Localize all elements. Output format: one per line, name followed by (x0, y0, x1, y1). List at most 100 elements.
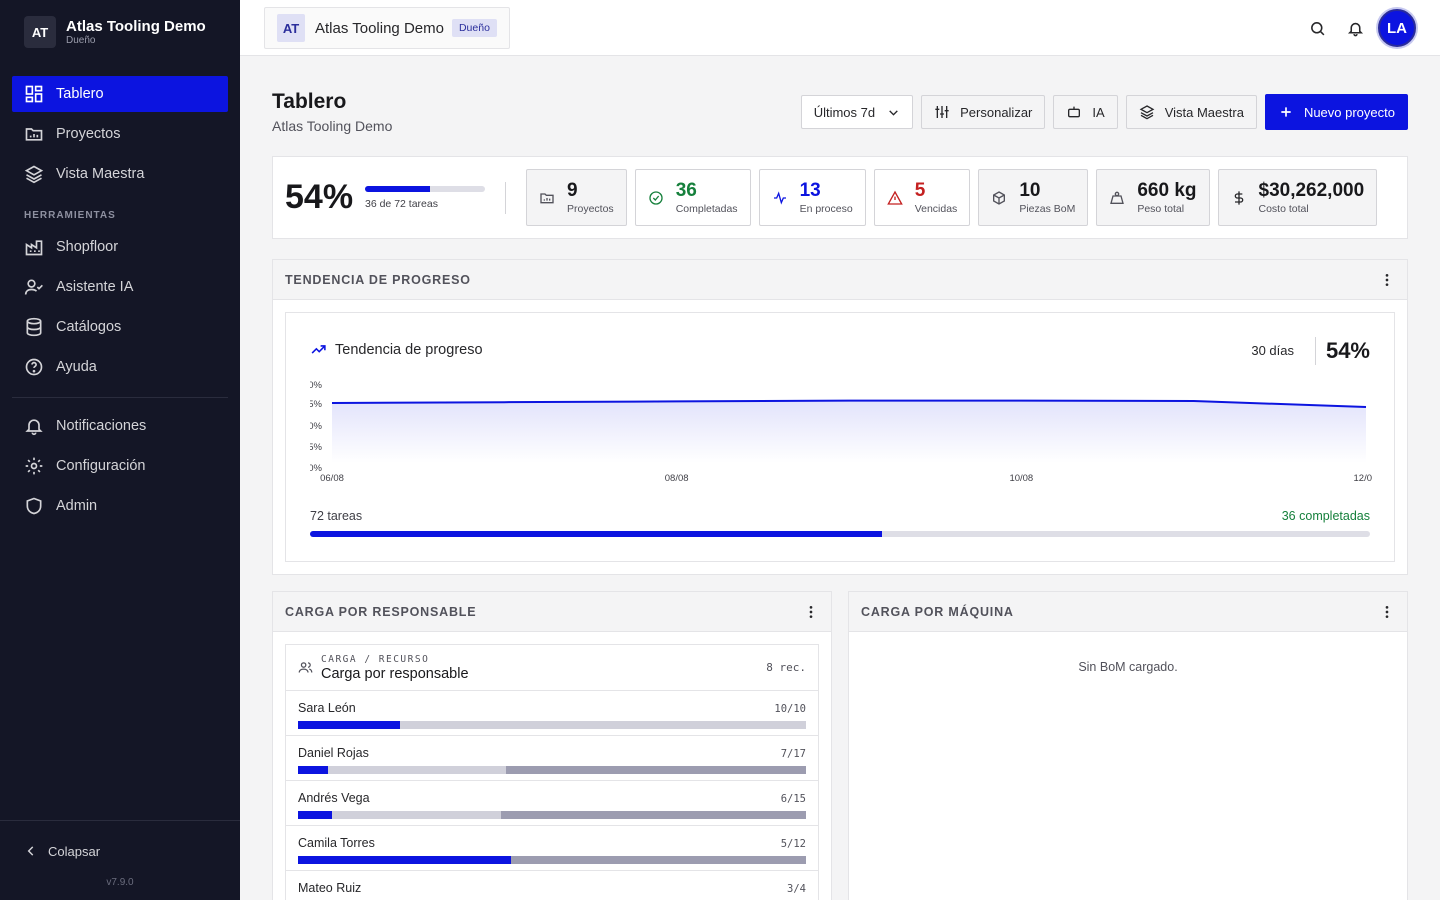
load-name: Mateo Ruiz (298, 881, 362, 895)
load-row[interactable]: Andrés Vega 6/15 (286, 781, 818, 826)
trend-point (1020, 400, 1022, 402)
alert-triangle-icon (886, 190, 903, 205)
load-bar (298, 811, 806, 819)
y-tick-label: 0% (310, 380, 323, 391)
customize-button[interactable]: Personalizar (921, 95, 1046, 129)
collapse-button[interactable]: Colapsar (0, 835, 240, 867)
trend-card: Tendencia de progreso 30 días 54% 0% 5% 0%… (285, 312, 1395, 562)
activity-icon (773, 190, 786, 205)
search-button[interactable] (1298, 8, 1336, 48)
load-name: Camila Torres (298, 836, 375, 850)
brand-badge: AT (24, 16, 56, 48)
empty-state-message: Sin BoM cargado. (1078, 660, 1178, 674)
kpi-label: Piezas BoM (1019, 202, 1076, 215)
avatar[interactable]: LA (1378, 9, 1416, 47)
sidebar-item-label: Configuración (56, 458, 146, 474)
page-actions: Últimos 7d Personalizar IA Vista Maestra… (793, 94, 1408, 130)
kpi-total-cost[interactable]: $30,262,000 Costo total (1217, 169, 1378, 226)
tasks-progress-fill (310, 531, 883, 537)
sidebar-item-admin[interactable]: Admin (12, 488, 228, 524)
range-select[interactable]: Últimos 7d (800, 95, 914, 129)
kpi-value: 13 (799, 179, 821, 201)
load-bar-capacity (298, 766, 507, 774)
load-count: 8 rec. (766, 661, 806, 674)
tasks-total: 72 tareas (310, 509, 363, 523)
new-project-label: Nuevo proyecto (1303, 104, 1395, 120)
kpi-overdue[interactable]: 5 Vencidas (873, 169, 971, 226)
x-tick-label: 10/08 (1009, 473, 1033, 484)
collapse-label: Colapsar (48, 843, 101, 859)
trend-point (503, 401, 505, 403)
y-tick-label: 5% (310, 399, 323, 410)
panel-title: TENDENCIA DE PROGRESO (285, 272, 471, 287)
panel-menu-button[interactable] (1379, 604, 1395, 620)
folder-icon (540, 192, 554, 203)
kpi-bom-parts[interactable]: 10 Piezas BoM (978, 169, 1089, 226)
load-row[interactable]: Camila Torres 5/12 (286, 826, 818, 871)
org-badge: AT (277, 14, 305, 42)
notifications-button[interactable] (1336, 8, 1374, 48)
load-ratio: 10/10 (774, 703, 806, 715)
kpi-projects[interactable]: 9 Proyectos (526, 169, 627, 226)
check-circle-icon (649, 190, 663, 205)
sidebar-item-label: Ayuda (56, 359, 97, 375)
master-view-label: Vista Maestra (1164, 104, 1244, 120)
kpi-completed[interactable]: 36 Completadas (634, 169, 751, 226)
more-vertical-icon (1385, 605, 1389, 618)
org-switcher[interactable]: AT Atlas Tooling Demo Dueño (264, 7, 510, 49)
sidebar-item-tablero[interactable]: Tablero (12, 76, 228, 112)
load-ratio: 7/17 (780, 748, 806, 760)
sidebar-item-label: Catálogos (56, 319, 122, 335)
load-bar (298, 856, 806, 864)
kpi-value: 660 kg (1137, 179, 1197, 201)
chevron-left-icon (27, 846, 34, 856)
kpi-in-progress[interactable]: 13 En proceso (758, 169, 866, 226)
trend-pct: 54% (1325, 338, 1370, 363)
sidebar-item-configuracion[interactable]: Configuración (12, 448, 228, 484)
kpi-value: $30,262,000 (1258, 179, 1365, 201)
load-ratio: 5/12 (780, 838, 806, 850)
load-bar (298, 721, 806, 729)
load-row[interactable]: Sara León 10/10 (286, 691, 818, 736)
sidebar-item-shopfloor[interactable]: Shopfloor (12, 229, 228, 265)
sidebar-item-ayuda[interactable]: Ayuda (12, 349, 228, 385)
ai-button[interactable]: IA (1053, 95, 1118, 129)
trend-separator (1315, 337, 1316, 365)
sidebar-item-proyectos[interactable]: Proyectos (12, 116, 228, 152)
weight-icon (1110, 191, 1125, 204)
kpi-label: Completadas (675, 202, 738, 215)
load-name: Sara León (298, 701, 356, 715)
kpi-value: 5 (914, 179, 926, 201)
help-icon (25, 358, 43, 376)
trend-point (1365, 406, 1367, 408)
user-check-icon (24, 279, 43, 295)
kpi-label: En proceso (799, 202, 853, 215)
new-project-button[interactable]: Nuevo proyecto (1264, 94, 1408, 130)
kpi-total-weight[interactable]: 660 kg Peso total (1096, 169, 1210, 226)
panel-menu-button[interactable] (1379, 272, 1395, 288)
sidebar-item-label: Notificaciones (56, 418, 147, 434)
sidebar-item-asistente-ia[interactable]: Asistente IA (12, 269, 228, 305)
sidebar-item-notificaciones[interactable]: Notificaciones (12, 408, 228, 444)
panel-menu-button[interactable] (803, 604, 819, 620)
sidebar-item-vista-maestra[interactable]: Vista Maestra (12, 156, 228, 192)
plus-icon (1281, 107, 1291, 117)
dashboard-icon (25, 85, 43, 103)
overall-progress-fill (365, 185, 430, 192)
trend-days: 30 días (1251, 343, 1294, 358)
gear-icon (25, 457, 43, 475)
range-select-value: Últimos 7d (813, 104, 876, 120)
sidebar-item-catalogos[interactable]: Catálogos (12, 309, 228, 345)
brand[interactable]: AT Atlas Tooling Demo Dueño (0, 0, 240, 64)
x-tick-label: 06/08 (320, 473, 344, 484)
x-tick-label: 12/0 (1354, 473, 1373, 484)
master-view-button[interactable]: Vista Maestra (1125, 95, 1257, 129)
panel-title: CARGA POR MÁQUINA (861, 604, 1014, 619)
kpi-strip: 54% 36 de 72 tareas 9 Proyectos 36 Complet… (272, 156, 1408, 239)
trend-chart: 0%5%0%5%0%06/08 08/08 10/08 12/0 (310, 380, 1373, 484)
tasks-completed: 36 completadas (1281, 509, 1370, 523)
chevron-down-icon (889, 109, 898, 116)
y-tick-label: 0% (310, 421, 323, 432)
load-row[interactable]: Daniel Rojas 7/17 (286, 736, 818, 781)
load-row[interactable]: Mateo Ruiz 3/4 (286, 871, 818, 900)
